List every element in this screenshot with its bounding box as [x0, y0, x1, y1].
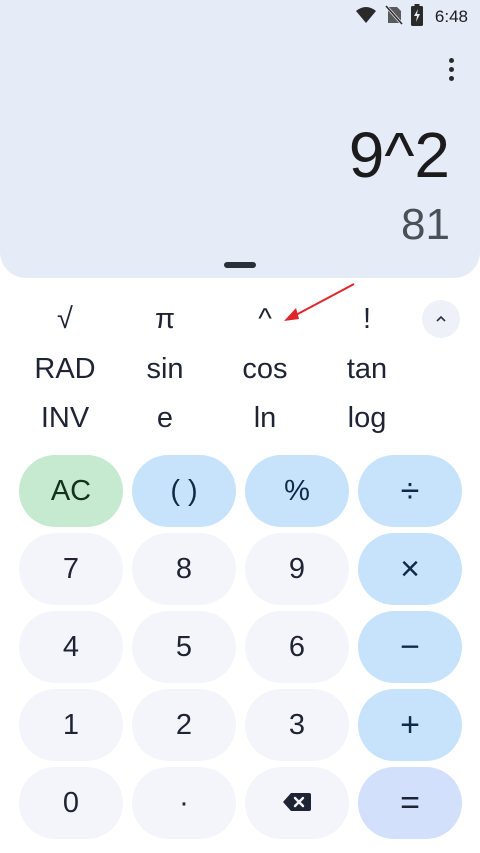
drag-handle[interactable] [224, 262, 256, 268]
calculator-screen: 6:48 9^2 81 √ π ^ ! RAD sin cos tan INV … [0, 0, 480, 853]
power-button[interactable]: ^ [220, 297, 310, 341]
cos-button[interactable]: cos [220, 347, 310, 391]
digit-7-button[interactable]: 7 [19, 533, 123, 605]
backspace-button[interactable] [245, 767, 349, 839]
digit-4-button[interactable]: 4 [19, 611, 123, 683]
result-display: 81 [401, 200, 450, 249]
multiply-button[interactable]: × [358, 533, 462, 605]
digit-8-button[interactable]: 8 [132, 533, 236, 605]
digit-0-button[interactable]: 0 [19, 767, 123, 839]
factorial-button[interactable]: ! [322, 297, 412, 341]
equals-label: = [400, 783, 420, 822]
collapse-icon[interactable] [422, 300, 460, 338]
subtract-label: − [400, 627, 420, 666]
inv-button[interactable]: INV [20, 396, 110, 440]
add-button[interactable]: + [358, 689, 462, 761]
subtract-button[interactable]: − [358, 611, 462, 683]
wifi-icon [355, 6, 377, 29]
clear-button[interactable]: AC [19, 455, 123, 527]
decimal-button[interactable]: · [132, 767, 236, 839]
backspace-icon [282, 787, 312, 820]
divide-label: ÷ [400, 471, 420, 510]
equals-button[interactable]: = [358, 767, 462, 839]
status-time: 6:48 [434, 7, 468, 26]
expression-display[interactable]: 9^2 [349, 118, 450, 192]
more-options-icon[interactable] [440, 54, 462, 84]
pi-button[interactable]: π [120, 297, 210, 341]
divide-button[interactable]: ÷ [358, 455, 462, 527]
log-button[interactable]: log [322, 396, 412, 440]
battery-charging-icon [410, 3, 423, 31]
digit-6-button[interactable]: 6 [245, 611, 349, 683]
digit-9-button[interactable]: 9 [245, 533, 349, 605]
parentheses-button[interactable]: ( ) [132, 455, 236, 527]
sqrt-button[interactable]: √ [20, 297, 110, 341]
digit-3-button[interactable]: 3 [245, 689, 349, 761]
rad-button[interactable]: RAD [20, 347, 110, 391]
display-panel: 6:48 9^2 81 [0, 0, 480, 278]
multiply-label: × [400, 549, 420, 588]
status-bar: 6:48 [355, 0, 480, 34]
digit-2-button[interactable]: 2 [132, 689, 236, 761]
sin-button[interactable]: sin [120, 347, 210, 391]
no-sim-icon [384, 4, 404, 30]
digit-5-button[interactable]: 5 [132, 611, 236, 683]
tan-button[interactable]: tan [322, 347, 412, 391]
digit-1-button[interactable]: 1 [19, 689, 123, 761]
percent-button[interactable]: % [245, 455, 349, 527]
e-button[interactable]: e [120, 396, 210, 440]
add-label: + [400, 705, 420, 744]
ln-button[interactable]: ln [220, 396, 310, 440]
